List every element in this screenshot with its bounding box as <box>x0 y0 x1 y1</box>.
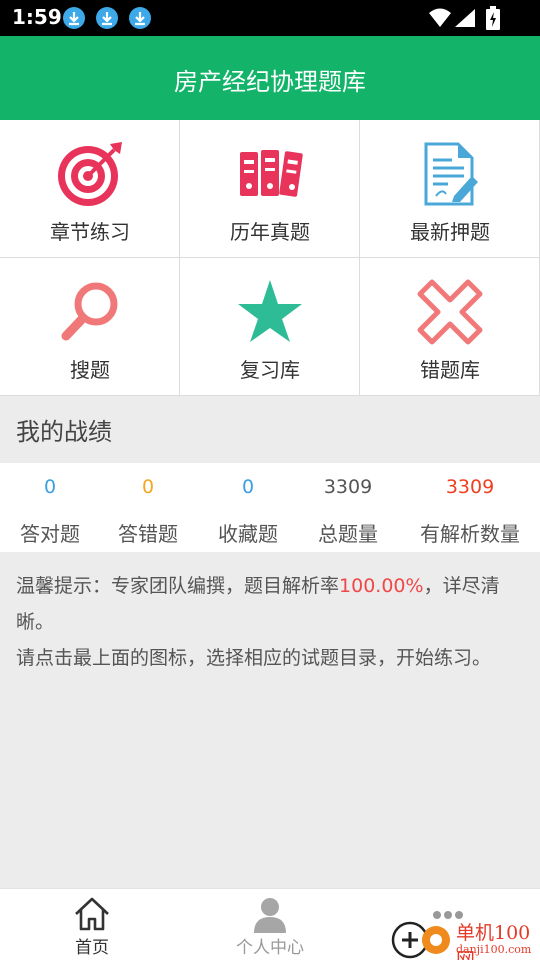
stat-value: 0 <box>43 476 57 498</box>
stats-panel: 0 答对题 0 答错题 0 收藏题 3309 总题量 3309 有解析数量 <box>0 463 540 552</box>
menu-item-label: 搜题 <box>70 358 110 382</box>
watermark-url: danji100.com <box>456 943 532 956</box>
download-icon <box>96 7 118 29</box>
download-icon <box>63 7 85 29</box>
tips-instruction: 请点击最上面的图标，选择相应的试题目录，开始练习。 <box>16 647 492 669</box>
search-icon <box>61 282 118 341</box>
stat-value: 3309 <box>445 476 495 498</box>
binders-icon <box>240 150 303 197</box>
tips-prefix: 温馨提示：专家团队编撰，题目解析率 <box>16 575 340 597</box>
stat-label: 有解析数量 <box>420 522 520 546</box>
tab-label: 个人中心 <box>236 938 304 958</box>
download-icon <box>129 7 151 29</box>
tips-text: 温馨提示：专家团队编撰，题目解析率100.00%，详尽清晰。 请点击最上面的图标… <box>16 568 526 676</box>
tab-label: 首页 <box>75 938 109 958</box>
tab-profile[interactable]: 个人中心 <box>180 889 360 960</box>
menu-item-search[interactable]: 搜题 <box>0 258 180 396</box>
page-title: 房产经纪协理题库 <box>174 68 366 96</box>
status-time: 1:59 <box>12 5 62 29</box>
stat-value: 3309 <box>323 476 373 498</box>
menu-item-chapter-practice[interactable]: 章节练习 <box>0 120 180 258</box>
signal-icon <box>455 9 475 27</box>
stat-label: 收藏题 <box>218 522 278 546</box>
stat-favorites[interactable]: 0 收藏题 <box>198 463 298 552</box>
menu-item-label: 复习库 <box>240 358 300 382</box>
tab-home[interactable]: 首页 <box>2 889 182 960</box>
menu-item-label: 最新押题 <box>410 220 490 244</box>
watermark-logo-icon <box>391 921 450 959</box>
stat-value: 0 <box>141 476 155 498</box>
menu-item-past-exams[interactable]: 历年真题 <box>180 120 360 258</box>
app-bar: 房产经纪协理题库 <box>0 36 540 120</box>
menu-grid: 章节练习 历年真题 最新押题 搜题 复习库 错题库 <box>0 120 540 396</box>
stat-value: 0 <box>241 476 255 498</box>
stat-label: 总题量 <box>318 522 378 546</box>
battery-icon <box>486 6 500 30</box>
menu-item-wrong-answers[interactable]: 错题库 <box>360 258 540 396</box>
tips-rate: 100.00% <box>339 575 424 597</box>
stat-label: 答错题 <box>118 522 178 546</box>
section-title: 我的战绩 <box>16 418 112 446</box>
wifi-icon <box>429 8 451 27</box>
star-icon <box>238 280 302 342</box>
person-icon <box>254 898 286 933</box>
menu-item-label: 章节练习 <box>50 220 130 244</box>
stat-correct[interactable]: 0 答对题 <box>0 463 100 552</box>
watermark: 单机100网 danji100.com <box>390 916 540 960</box>
status-bar: 1:59 <box>0 0 540 36</box>
stat-label: 答对题 <box>20 522 80 546</box>
home-icon <box>75 897 109 931</box>
menu-item-label: 错题库 <box>420 358 480 382</box>
stat-with-explanation: 3309 有解析数量 <box>410 463 530 552</box>
menu-item-label: 历年真题 <box>230 220 310 244</box>
menu-item-latest-predictions[interactable]: 最新押题 <box>360 120 540 258</box>
cross-icon <box>417 279 483 345</box>
target-icon <box>58 142 122 206</box>
stat-total: 3309 总题量 <box>298 463 398 552</box>
document-pen-icon <box>424 142 478 206</box>
stat-wrong[interactable]: 0 答错题 <box>98 463 198 552</box>
menu-item-review[interactable]: 复习库 <box>180 258 360 396</box>
